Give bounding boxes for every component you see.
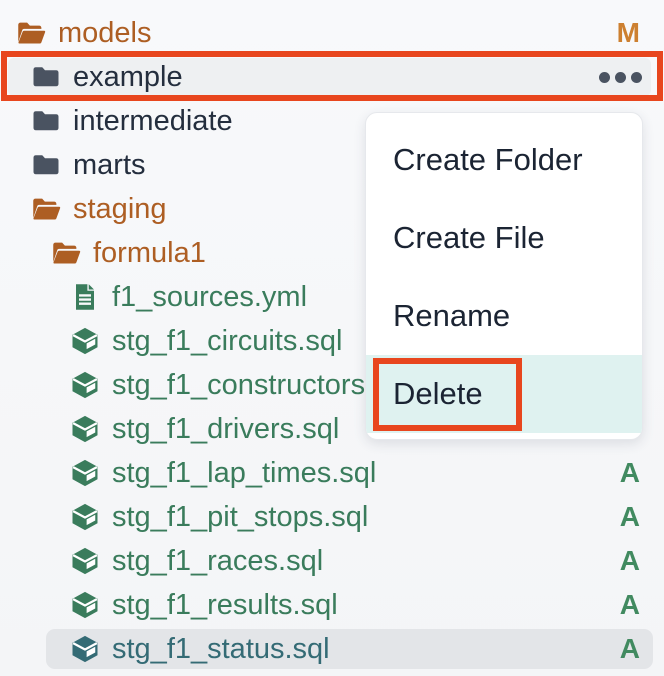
tree-item-label: stg_f1_lap_times.sql [112, 457, 376, 490]
folder-closed-icon [31, 62, 61, 92]
menu-item-create-folder[interactable]: Create Folder [366, 121, 642, 199]
tree-item-label: marts [73, 149, 146, 182]
tree-item-stg-f1-lap-times[interactable]: stg_f1_lap_times.sql A [0, 451, 664, 495]
model-cube-icon [70, 458, 100, 488]
tree-item-label: f1_sources.yml [112, 281, 307, 314]
status-badge-added: A [620, 633, 640, 665]
status-badge-modified: M [617, 17, 640, 49]
status-badge-added: A [620, 501, 640, 533]
tree-item-label: stg_f1_circuits.sql [112, 325, 343, 358]
tree-item-label: stg_f1_results.sql [112, 589, 338, 622]
menu-item-create-file[interactable]: Create File [366, 199, 642, 277]
tree-item-example[interactable]: example [0, 55, 664, 99]
tree-item-label: formula1 [93, 237, 206, 270]
status-badge-added: A [620, 545, 640, 577]
model-cube-icon [70, 634, 100, 664]
tree-item-label: example [73, 61, 183, 94]
status-badge-added: A [620, 457, 640, 489]
menu-item-rename[interactable]: Rename [366, 277, 642, 355]
yml-file-icon [70, 282, 100, 312]
model-cube-icon [70, 326, 100, 356]
ellipsis-menu-icon[interactable] [599, 72, 642, 83]
tree-item-models[interactable]: models M [0, 11, 664, 55]
tree-item-label: staging [73, 193, 167, 226]
folder-open-icon [51, 238, 81, 268]
context-menu: Create Folder Create File Rename Delete [365, 112, 643, 440]
tree-item-stg-f1-results[interactable]: stg_f1_results.sql A [0, 583, 664, 627]
status-badge-added: A [620, 589, 640, 621]
menu-item-delete[interactable]: Delete [366, 355, 642, 433]
tree-item-stg-f1-races[interactable]: stg_f1_races.sql A [0, 539, 664, 583]
tree-item-label: stg_f1_pit_stops.sql [112, 501, 368, 534]
tree-item-label: intermediate [73, 105, 233, 138]
folder-closed-icon [31, 106, 61, 136]
tree-item-label: stg_f1_drivers.sql [112, 413, 339, 446]
tree-item-stg-f1-pit-stops[interactable]: stg_f1_pit_stops.sql A [0, 495, 664, 539]
model-cube-icon [70, 502, 100, 532]
tree-item-label: models [58, 17, 152, 50]
model-cube-icon [70, 590, 100, 620]
folder-open-icon [16, 18, 46, 48]
model-cube-icon [70, 414, 100, 444]
folder-closed-icon [31, 150, 61, 180]
model-cube-icon [70, 546, 100, 576]
model-cube-icon [70, 370, 100, 400]
tree-item-label: stg_f1_races.sql [112, 545, 323, 578]
folder-open-icon [31, 194, 61, 224]
tree-item-stg-f1-status[interactable]: stg_f1_status.sql A [0, 627, 664, 671]
tree-item-label: stg_f1_status.sql [112, 633, 330, 666]
